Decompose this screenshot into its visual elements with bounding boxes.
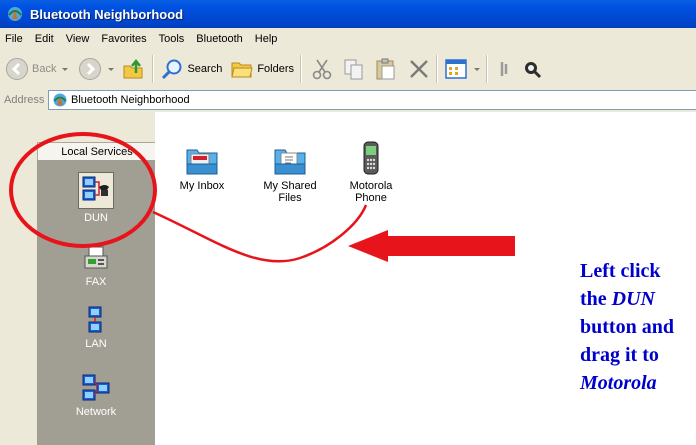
instruction-line-1: Left click [580, 260, 661, 282]
instruction-line-2-prefix: the [580, 288, 612, 310]
instruction-line-3: button and [580, 316, 674, 338]
instruction-line-4: drag it to [580, 344, 659, 366]
instruction-line-5: Motorola [580, 369, 674, 397]
red-arrow-icon [348, 230, 515, 262]
highlight-ellipse [9, 132, 157, 248]
drag-path-curve [152, 204, 368, 263]
instruction-line-2: the DUN [580, 285, 674, 313]
instruction-line-5-emph: Motorola [580, 372, 657, 394]
instruction-text: Left click the DUN button and drag it to… [580, 257, 674, 397]
instruction-line-2-emph: DUN [611, 288, 656, 310]
